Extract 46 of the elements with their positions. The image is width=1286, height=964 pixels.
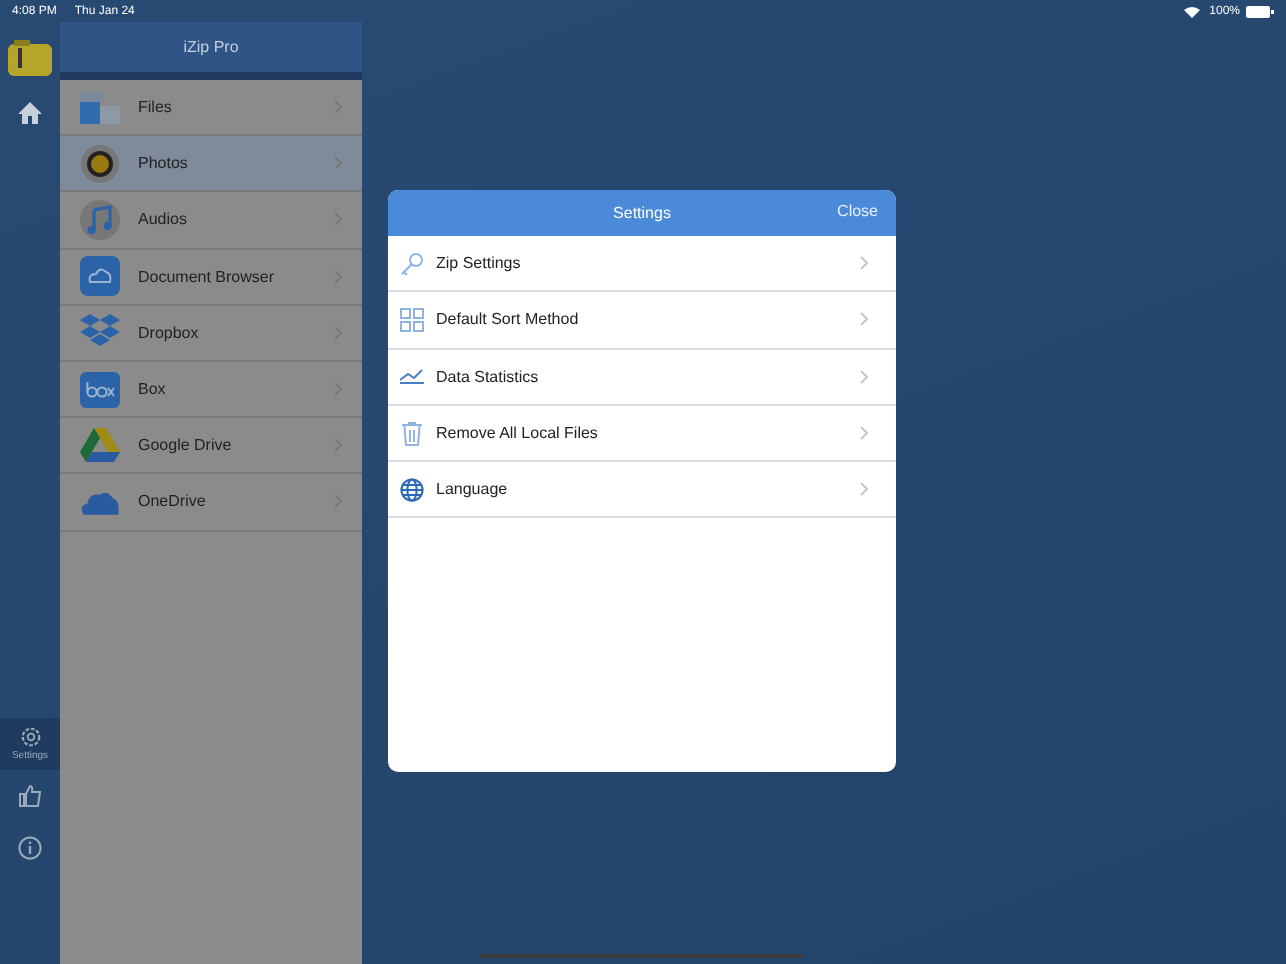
cloud-icon <box>80 487 120 516</box>
sidebar-title: iZip Pro <box>60 22 362 72</box>
triangle-icon <box>80 427 120 464</box>
chevron-icon <box>860 482 868 497</box>
settings-row[interactable]: Default Sort Method <box>388 292 896 350</box>
wifi-icon <box>1183 5 1200 17</box>
battery-icon <box>1246 5 1274 17</box>
open-box-icon <box>80 314 120 351</box>
sidebar-item[interactable]: OneDrive <box>60 474 362 531</box>
settings-icon <box>19 726 41 748</box>
settings-label: Remove All Local Files <box>436 424 598 443</box>
close-button[interactable]: Close <box>837 202 878 220</box>
globe-icon <box>400 477 424 502</box>
dialog-title: Settings <box>613 204 671 222</box>
sidebar-item[interactable]: Audios <box>60 192 362 250</box>
sidebar-item[interactable]: Photos <box>60 136 362 193</box>
chevron-icon <box>334 156 342 171</box>
info-icon <box>18 836 42 860</box>
settings-label: Data Statistics <box>436 367 539 386</box>
line-chart-icon <box>400 368 424 385</box>
sidebar-item[interactable]: Document Browser <box>60 249 362 306</box>
grid-icon <box>400 307 424 332</box>
sidebar-item[interactable]: Dropbox <box>60 305 362 362</box>
key-icon <box>400 251 424 276</box>
chevron-icon <box>860 312 868 327</box>
settings-row[interactable]: Data Statistics <box>388 349 896 406</box>
sidebar-item[interactable]: Google Drive <box>60 418 362 475</box>
settings-row[interactable]: Language <box>388 462 896 519</box>
home-icon <box>18 101 42 123</box>
chevron-icon <box>860 369 868 384</box>
settings-row[interactable]: Zip Settings <box>388 236 896 293</box>
settings-label: Zip Settings <box>436 254 521 273</box>
settings-label: Default Sort Method <box>436 310 579 329</box>
sidebar-item[interactable]: Box <box>60 361 362 419</box>
app-logo-icon <box>8 40 52 76</box>
folder-icon <box>80 91 120 124</box>
chevron-icon <box>860 256 868 271</box>
music-note-icon <box>80 199 120 240</box>
chevron-icon <box>860 426 868 441</box>
thumbs-up-icon <box>18 784 42 808</box>
settings-row[interactable]: Remove All Local Files <box>388 405 896 463</box>
cloud-icon <box>80 256 120 297</box>
settings-label: Language <box>436 480 508 499</box>
box-logo-icon <box>80 371 120 408</box>
trash-icon <box>400 421 424 446</box>
camera-lens-icon <box>80 143 120 184</box>
